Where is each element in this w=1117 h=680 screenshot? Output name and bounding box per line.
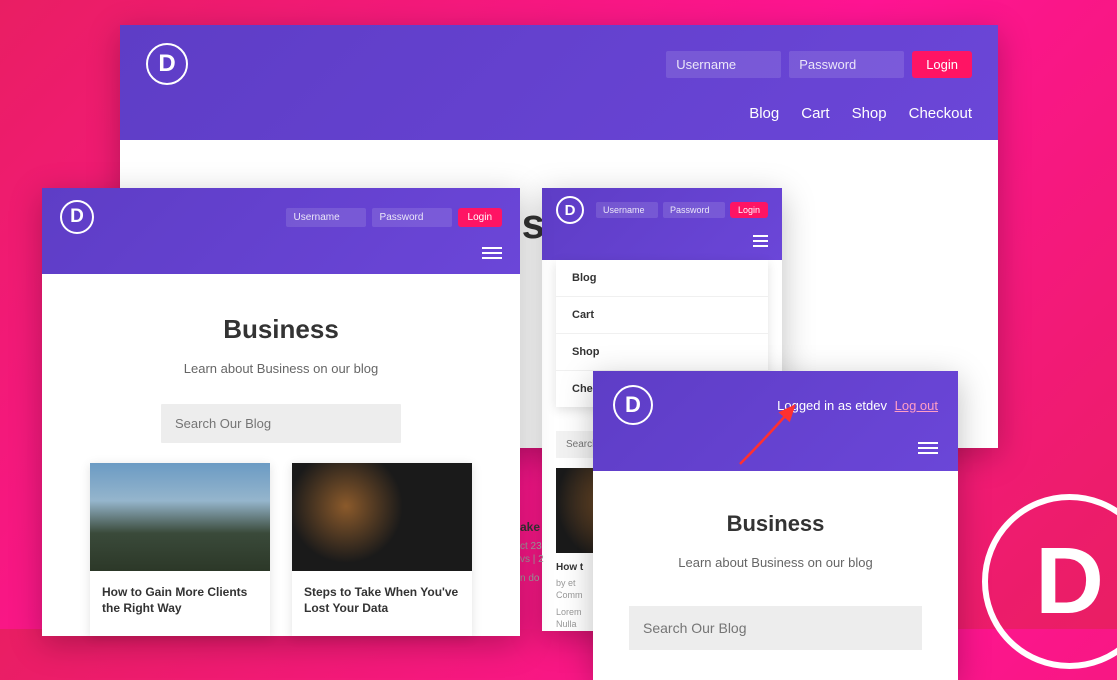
username-input[interactable] (596, 202, 658, 218)
menu-item-cart[interactable]: Cart (556, 297, 768, 334)
logged-in-status: Logged in as etdev Log out (777, 398, 938, 413)
topbar: D Login (60, 200, 502, 234)
card-image (292, 463, 472, 571)
clipped-text: ake ct 23 vs | 2 n do (520, 520, 550, 585)
screenshot-tablet: D Login Business Learn about Business on… (42, 188, 520, 636)
topbar: D Logged in as etdev Log out (613, 385, 938, 425)
username-input[interactable] (666, 51, 781, 78)
body: Business Learn about Business on our blo… (593, 471, 958, 680)
search-input[interactable] (629, 606, 922, 650)
nav: Blog Cart Shop Checkout (146, 85, 972, 140)
hamburger-row (556, 224, 768, 260)
screenshot-mobile-loggedin: D Logged in as etdev Log out Business Le… (593, 371, 958, 680)
login-button[interactable]: Login (912, 51, 972, 78)
menu-item-shop[interactable]: Shop (556, 334, 768, 371)
nav-cart[interactable]: Cart (801, 105, 829, 122)
card-title: Steps to Take When You've Lost Your Data (304, 585, 460, 616)
search-input[interactable] (161, 404, 401, 443)
topbar: D Login (556, 196, 768, 224)
nav-blog[interactable]: Blog (749, 105, 779, 122)
login-button[interactable]: Login (458, 208, 502, 227)
blog-card[interactable]: How to Gain More Clients the Right Way (90, 463, 270, 636)
card-title: How to Gain More Clients the Right Way (102, 585, 258, 616)
hamburger-row (60, 234, 502, 274)
header: D Login (42, 188, 520, 274)
auth-form: Login (286, 208, 502, 227)
nav-checkout[interactable]: Checkout (909, 105, 972, 122)
card-body: How to Gain More Clients the Right Way (90, 571, 270, 636)
auth-form: Login (596, 202, 768, 218)
hamburger-icon[interactable] (753, 232, 768, 250)
password-input[interactable] (372, 208, 452, 227)
hamburger-row (613, 425, 938, 471)
page-subtitle: Learn about Business on our blog (72, 361, 490, 376)
logged-in-text: Logged in as etdev (777, 398, 887, 413)
hamburger-icon[interactable] (482, 244, 502, 262)
card-body: Steps to Take When You've Lost Your Data (292, 571, 472, 636)
page-title: Business (629, 511, 922, 537)
username-input[interactable] (286, 208, 366, 227)
watermark-logo-icon: D (982, 494, 1117, 669)
header: D Login Blog Cart Shop Checkout (120, 25, 998, 140)
hamburger-icon[interactable] (918, 439, 938, 457)
card-image (90, 463, 270, 571)
topbar: D Login (146, 43, 972, 85)
page-title: Business (72, 314, 490, 345)
nav-shop[interactable]: Shop (852, 105, 887, 122)
menu-item-blog[interactable]: Blog (556, 260, 768, 297)
logout-link[interactable]: Log out (895, 398, 938, 413)
password-input[interactable] (789, 51, 904, 78)
logo-icon[interactable]: D (146, 43, 188, 85)
page-subtitle: Learn about Business on our blog (629, 555, 922, 570)
header: D Login (542, 188, 782, 260)
logo-icon[interactable]: D (60, 200, 94, 234)
password-input[interactable] (663, 202, 725, 218)
blog-card[interactable]: Steps to Take When You've Lost Your Data (292, 463, 472, 636)
cards-row: How to Gain More Clients the Right Way S… (42, 463, 520, 636)
auth-form: Login (666, 51, 972, 78)
logo-icon[interactable]: D (556, 196, 584, 224)
logo-icon[interactable]: D (613, 385, 653, 425)
login-button[interactable]: Login (730, 202, 768, 218)
body: Business Learn about Business on our blo… (42, 274, 520, 463)
header: D Logged in as etdev Log out (593, 371, 958, 471)
